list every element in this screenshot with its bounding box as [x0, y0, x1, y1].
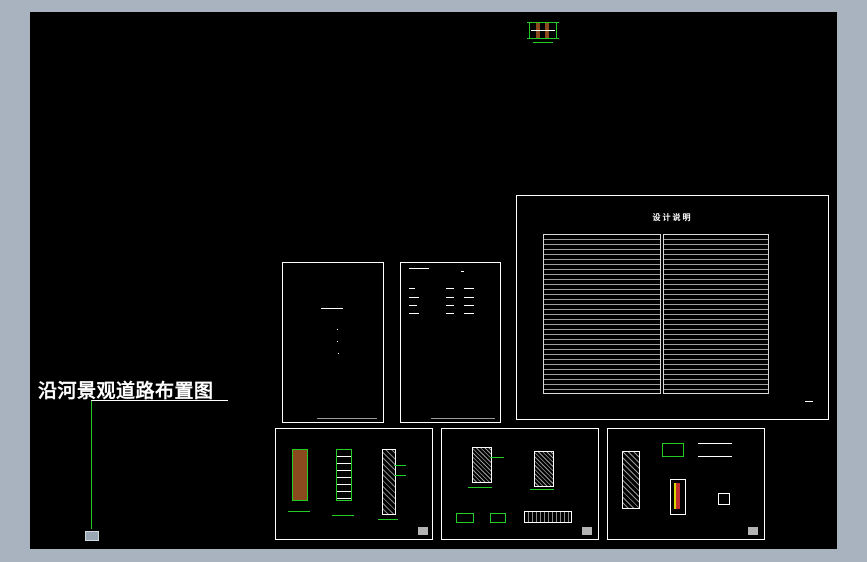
model-space-canvas[interactable]: 设计说明 沿河景观道路布置图 [30, 12, 837, 549]
sheet-detail-2[interactable] [441, 428, 599, 540]
layout-title: 沿河景观道路布置图 [38, 380, 214, 402]
sheet-detail-1[interactable] [275, 428, 433, 540]
footing-detail-b [490, 513, 506, 523]
notes-column-right [663, 234, 769, 394]
notes-column-left [543, 234, 661, 394]
rail-detail [698, 443, 732, 457]
stone-column-elevation [622, 451, 640, 509]
top-mini-detail[interactable] [527, 20, 559, 46]
ucs-marker-icon[interactable] [85, 531, 99, 541]
wood-panel-elevation [292, 449, 308, 501]
base-strip [524, 511, 572, 523]
connector-detail [718, 493, 730, 505]
ladder-elevation [336, 449, 352, 501]
sheet-drawing-index[interactable] [400, 262, 501, 423]
sheet-detail-3[interactable] [607, 428, 765, 540]
leader-line [91, 401, 92, 529]
sheet-design-notes[interactable]: 设计说明 [516, 195, 829, 420]
sheet-cover[interactable] [282, 262, 384, 423]
footing-detail-a [456, 513, 474, 523]
title-underline [91, 400, 228, 401]
cap-detail [662, 443, 684, 457]
section-column [382, 449, 396, 515]
design-notes-heading: 设计说明 [652, 213, 693, 222]
wall-section-b [534, 451, 554, 487]
wall-section-a [472, 447, 492, 483]
